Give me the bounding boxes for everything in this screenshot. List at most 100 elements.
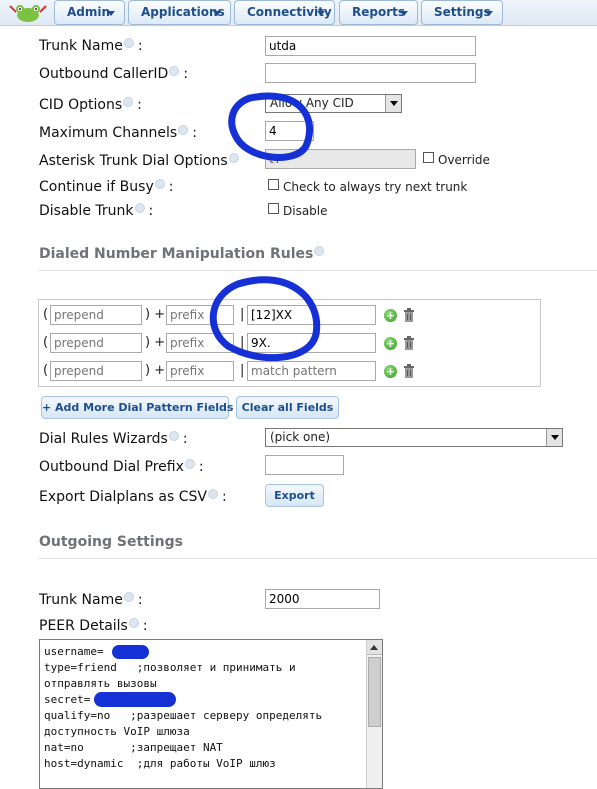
nav-applications[interactable]: Applications [128, 0, 231, 25]
match-pattern-input[interactable] [247, 333, 376, 353]
add-row-icon[interactable]: + [384, 337, 397, 350]
trash-icon[interactable] [403, 336, 415, 350]
help-icon[interactable] [178, 125, 189, 135]
nav-admin-label: Admin [67, 5, 111, 19]
peer-details-text[interactable]: username= type=friend ;позволяет и прини… [44, 644, 364, 772]
continue-busy-label-text: Continue if Busy [39, 179, 154, 195]
disable-trunk-label: Disable Trunk: [39, 203, 154, 219]
max-channels-label: Maximum Channels: [39, 125, 197, 141]
override-label: Override [438, 153, 490, 167]
help-icon[interactable] [123, 592, 134, 602]
help-icon[interactable] [134, 203, 145, 213]
outbound-dial-prefix-label-text: Outbound Dial Prefix [39, 459, 184, 475]
help-icon[interactable] [169, 66, 180, 76]
trash-icon[interactable] [403, 364, 415, 378]
dial-rules-title-text: Dialed Number Manipulation Rules [39, 246, 314, 262]
outbound-callerid-label-text: Outbound CallerID [39, 66, 169, 82]
match-pattern-input[interactable] [247, 305, 376, 325]
separator: | [240, 335, 245, 350]
help-icon[interactable] [184, 459, 195, 469]
prefix-input[interactable] [166, 333, 234, 353]
open-paren: ( [43, 363, 49, 378]
help-icon[interactable] [168, 431, 179, 441]
chevron-down-icon [485, 11, 493, 16]
cid-options-select[interactable]: Allow Any CID [265, 94, 402, 113]
add-row-icon[interactable]: + [384, 365, 397, 378]
outbound-dial-prefix-input[interactable] [265, 455, 344, 475]
peer-details-label-text: PEER Details [39, 618, 128, 634]
trunk-name-label: Trunk Name: [39, 38, 143, 54]
prefix-input[interactable] [166, 305, 234, 325]
match-pattern-input[interactable] [247, 361, 376, 381]
separator: | [240, 363, 245, 378]
disable-trunk-checkbox-label: Disable [283, 204, 328, 218]
outbound-dial-prefix-label: Outbound Dial Prefix: [39, 459, 204, 475]
override-checkbox[interactable] [423, 152, 434, 163]
outgoing-trunk-name-label: Trunk Name: [39, 592, 143, 608]
outgoing-trunk-name-input[interactable] [265, 589, 380, 609]
nav-admin[interactable]: Admin [54, 0, 125, 25]
dial-rules-section-title: Dialed Number Manipulation Rules [39, 246, 325, 262]
help-icon[interactable] [154, 179, 165, 189]
dial-rules-wizards-label-text: Dial Rules Wizards [39, 431, 168, 447]
dial-options-label-text: Asterisk Trunk Dial Options [39, 153, 228, 169]
trunk-name-input[interactable] [265, 36, 476, 56]
close-paren-plus: ) + [145, 363, 166, 378]
outgoing-trunk-name-label-text: Trunk Name [39, 592, 123, 608]
outbound-callerid-input[interactable] [265, 63, 476, 83]
trash-icon[interactable] [403, 308, 415, 322]
dial-pattern-table: ( ) + | + ( ) + | + ( ) + | + [38, 299, 541, 387]
cid-options-label-text: CID Options [39, 97, 123, 113]
disable-trunk-label-text: Disable Trunk [39, 203, 134, 219]
scroll-up-icon[interactable] [367, 640, 382, 655]
nav-reports[interactable]: Reports [339, 0, 418, 25]
max-channels-input[interactable] [265, 121, 314, 141]
continue-busy-label: Continue if Busy: [39, 179, 174, 195]
open-paren: ( [43, 335, 49, 350]
prepend-input[interactable] [50, 333, 142, 353]
dropdown-arrow-icon[interactable] [385, 95, 401, 112]
prepend-input[interactable] [50, 305, 142, 325]
cid-options-label: CID Options: [39, 97, 142, 113]
close-paren-plus: ) + [145, 307, 166, 322]
continue-busy-checkbox[interactable] [268, 179, 279, 190]
outbound-callerid-label: Outbound CallerID: [39, 66, 189, 82]
cid-options-value: Allow Any CID [270, 96, 354, 110]
help-icon[interactable] [314, 246, 325, 256]
continue-busy-checkbox-label: Check to always try next trunk [283, 180, 468, 194]
prefix-input[interactable] [166, 361, 234, 381]
dial-rules-wizards-select[interactable]: (pick one) [265, 428, 563, 447]
help-icon[interactable] [228, 153, 239, 163]
export-button[interactable]: Export [265, 484, 324, 507]
chevron-down-icon [213, 11, 221, 16]
dial-pattern-row: ( ) + | + [39, 361, 542, 383]
section-divider [39, 270, 597, 271]
section-divider [39, 558, 597, 559]
add-more-dial-pattern-button[interactable]: + Add More Dial Pattern Fields [41, 396, 233, 419]
nav-connectivity[interactable]: Connectivity [234, 0, 335, 25]
scrollbar-thumb[interactable] [368, 657, 381, 727]
nav-settings-label: Settings [434, 5, 491, 19]
peer-details-label: PEER Details: [39, 618, 148, 634]
dial-options-input [265, 149, 416, 169]
vertical-scrollbar[interactable] [366, 640, 382, 788]
dropdown-arrow-icon[interactable] [546, 429, 562, 446]
chevron-down-icon [107, 11, 115, 16]
nav-settings[interactable]: Settings [421, 0, 503, 25]
top-navigation-bar: Admin Applications Connectivity Reports … [0, 0, 597, 26]
redaction-mark [112, 645, 149, 659]
chevron-down-icon [317, 11, 325, 16]
clear-all-fields-button[interactable]: Clear all Fields [236, 396, 339, 419]
help-icon[interactable] [128, 618, 139, 628]
prepend-input[interactable] [50, 361, 142, 381]
disable-trunk-checkbox[interactable] [268, 203, 279, 214]
peer-details-textarea[interactable]: username= type=friend ;позволяет и прини… [39, 639, 383, 789]
help-icon[interactable] [123, 97, 134, 107]
redaction-mark [94, 692, 176, 707]
dial-options-label: Asterisk Trunk Dial Options [39, 153, 239, 169]
close-paren-plus: ) + [145, 335, 166, 350]
dial-rules-wizards-value: (pick one) [270, 430, 331, 444]
help-icon[interactable] [123, 38, 134, 48]
help-icon[interactable] [207, 489, 218, 499]
add-row-icon[interactable]: + [384, 309, 397, 322]
